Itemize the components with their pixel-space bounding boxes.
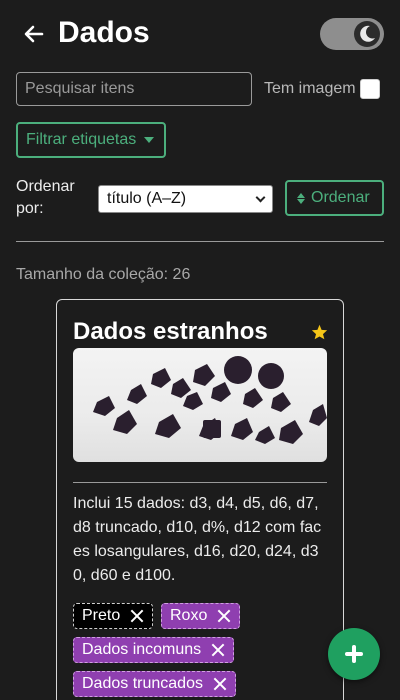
sort-label: Ordenar por: (16, 178, 75, 217)
sort-selected-value: título (A–Z) (107, 190, 187, 207)
tag-chip[interactable]: Roxo (161, 603, 241, 629)
close-icon[interactable] (213, 677, 227, 691)
collection-size: Tamanho da coleção: 26 (16, 266, 191, 283)
search-input[interactable] (16, 72, 252, 106)
sort-button-label: Ordenar (311, 189, 370, 206)
close-icon[interactable] (217, 609, 231, 623)
tag-label: Dados incomuns (82, 641, 202, 658)
tag-chip[interactable]: Dados incomuns (73, 637, 235, 663)
star-icon[interactable] (311, 324, 328, 345)
item-photo[interactable] (73, 348, 327, 462)
app-header: Dados (0, 0, 400, 70)
card-description: Inclui 15 dados: d3, d4, d5, d6, d7, d8 … (73, 495, 322, 584)
tag-label: Dados truncados (82, 675, 203, 692)
item-card[interactable]: Dados estranhos Inclui 15 dados: d3, d4,… (56, 299, 344, 700)
close-icon[interactable] (130, 609, 144, 623)
divider (16, 241, 384, 242)
add-item-button[interactable] (328, 628, 380, 680)
sort-button[interactable]: Ordenar (285, 180, 384, 216)
plus-icon (345, 645, 363, 663)
arrow-left-icon[interactable] (22, 22, 46, 46)
card-title: Dados estranhos (73, 318, 268, 345)
caret-down-icon (144, 137, 155, 143)
chevron-down-icon (255, 192, 266, 203)
tag-chip[interactable]: Dados truncados (73, 671, 236, 697)
card-divider (73, 482, 327, 483)
page-title: Dados (58, 16, 150, 49)
tag-label: Preto (82, 607, 121, 624)
theme-toggle[interactable] (320, 18, 384, 50)
close-icon[interactable] (211, 643, 225, 657)
sort-select[interactable]: título (A–Z) (98, 185, 273, 213)
tag-label: Roxo (170, 607, 208, 624)
moon-icon (354, 21, 380, 47)
sort-icon (297, 192, 305, 204)
tag-chip[interactable]: Preto (73, 603, 154, 629)
has-image-label: Tem imagem (264, 80, 356, 97)
filter-tags-button[interactable]: Filtrar etiquetas (16, 122, 166, 158)
filter-tags-label: Filtrar etiquetas (26, 131, 137, 148)
has-image-checkbox[interactable] (360, 79, 380, 99)
